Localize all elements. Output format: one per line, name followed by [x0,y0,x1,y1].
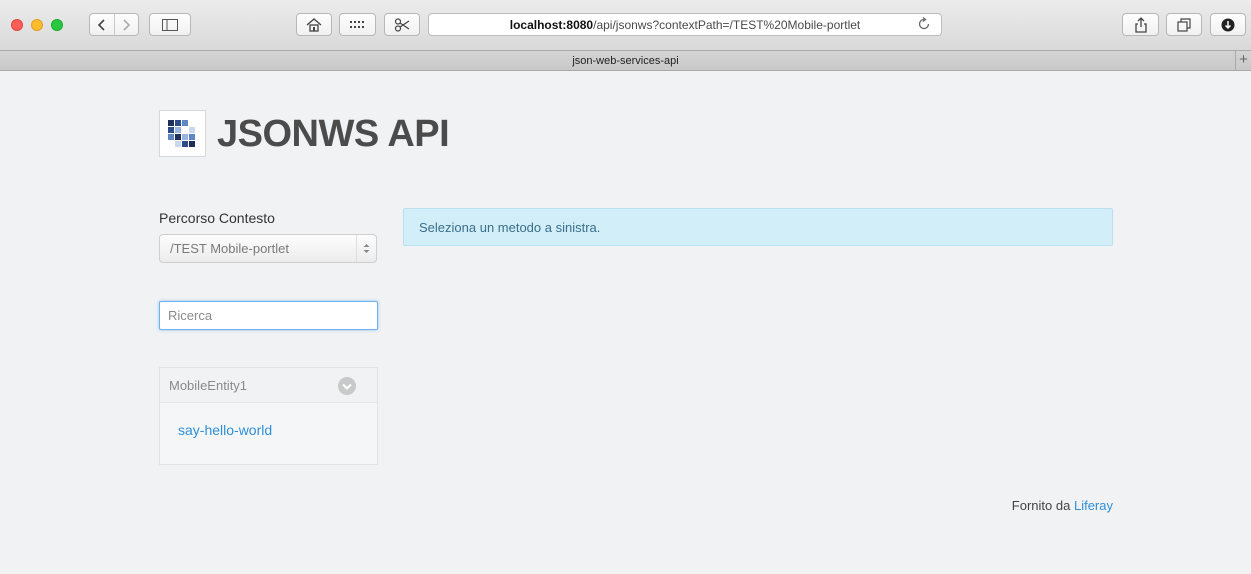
home-icon [306,17,322,32]
url-host: localhost:8080 [509,17,594,32]
download-icon [1221,18,1235,31]
tab-bar: json-web-services-api + [0,50,1251,71]
context-path-select[interactable]: /TEST Mobile-portlet [159,234,377,263]
tabs-icon [1177,17,1191,32]
address-bar[interactable]: localhost:8080/api/jsonws?contextPath=/T… [428,13,942,36]
liferay-link[interactable]: Liferay [1074,498,1113,513]
back-button[interactable] [90,14,114,35]
chevron-down-icon[interactable] [338,377,356,395]
page-content: JSONWS API Percorso Contesto /TEST Mobil… [0,72,1251,574]
clip-button[interactable] [384,13,420,36]
close-window-button[interactable] [11,19,23,31]
footer: Fornito da Liferay [1012,498,1113,513]
page-title: JSONWS API [217,113,450,155]
tabs-overview-button[interactable] [1166,13,1202,36]
reload-icon [918,16,930,30]
share-button[interactable] [1122,13,1159,36]
top-sites-button[interactable] [339,13,376,36]
jsonws-logo [159,110,206,157]
reload-button[interactable] [917,16,931,34]
footer-prefix: Fornito da [1011,498,1071,513]
home-button[interactable] [296,13,332,36]
chevron-left-icon [97,18,105,31]
active-tab-title[interactable]: json-web-services-api [572,55,678,67]
share-icon [1134,16,1147,33]
entity-header[interactable]: MobileEntity1 [160,368,377,403]
zoom-window-button[interactable] [51,19,63,31]
url-path: /api/jsonws?contextPath=/TEST%20Mobile-p… [593,17,861,32]
sidebar-icon [162,18,178,31]
new-tab-button[interactable]: + [1235,50,1251,71]
sidebar-toggle-button[interactable] [149,13,191,36]
context-path-value: /TEST Mobile-portlet [170,241,289,256]
minimize-window-button[interactable] [31,19,43,31]
forward-button[interactable] [113,14,138,35]
context-path-label: Percorso Contesto [159,210,275,226]
browser-toolbar: localhost:8080/api/jsonws?contextPath=/T… [0,0,1251,50]
scissors-icon [394,17,410,32]
select-arrows-icon [356,235,376,262]
search-input[interactable] [159,301,378,330]
grid-icon [349,20,364,28]
info-alert: Seleziona un metodo a sinistra. [403,208,1113,246]
entity-name: MobileEntity1 [169,377,248,393]
entity-panel: MobileEntity1 say-hello-world [159,367,378,465]
downloads-button[interactable] [1210,13,1246,36]
method-link[interactable]: say-hello-world [178,422,272,438]
navigation-buttons [89,13,139,36]
chevron-right-icon [123,18,131,31]
